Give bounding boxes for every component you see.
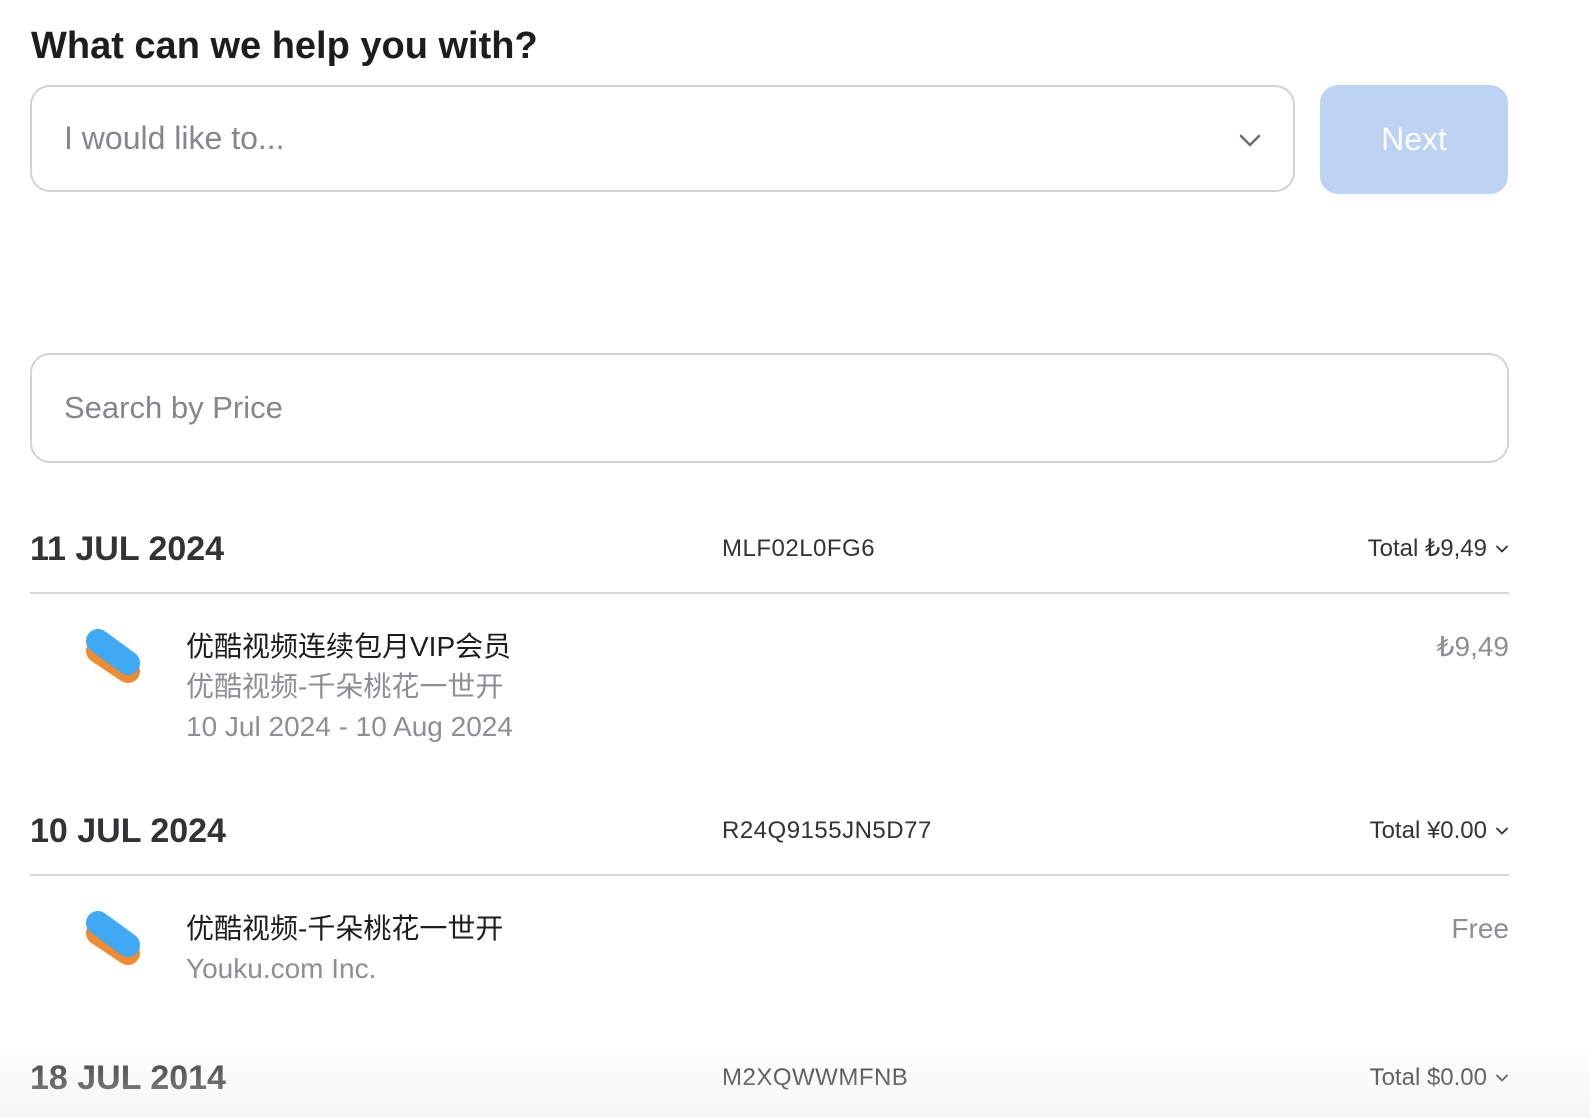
order-total-toggle[interactable]: Total ¥0.00 [1370, 801, 1509, 861]
item-title: 优酷视频连续包月VIP会员 [186, 631, 512, 662]
divider [30, 874, 1509, 876]
search-placeholder: Search by Price [64, 390, 283, 425]
youku-app-icon [86, 629, 140, 683]
item-period: 10 Jul 2024 - 10 Aug 2024 [186, 711, 513, 742]
divider [30, 592, 1509, 594]
order-id: R24Q9155JN5D77 [722, 817, 932, 844]
next-button[interactable]: Next [1320, 85, 1508, 194]
order-id: MLF02L0FG6 [722, 535, 876, 562]
item-title: 优酷视频-千朵桃花一世开 [186, 913, 504, 944]
chevron-down-icon [1496, 545, 1508, 553]
youku-app-icon [86, 911, 140, 965]
item-price: ₺9,49 [1436, 631, 1509, 662]
purchase-history-page: What can we help you with? I would like … [0, 0, 1590, 1118]
page-title: What can we help you with? [31, 25, 538, 67]
search-by-price-input[interactable]: Search by Price [30, 353, 1509, 463]
help-topic-select-placeholder: I would like to... [64, 120, 285, 156]
chevron-down-icon [1496, 827, 1508, 835]
order-date: 18 JUL 2014 [30, 1059, 226, 1097]
help-topic-select[interactable]: I would like to... [30, 85, 1295, 192]
chevron-down-icon [1496, 1074, 1508, 1082]
order-total-toggle[interactable]: Total $0.00 [1370, 1048, 1509, 1108]
order-total-toggle[interactable]: Total ₺9,49 [1368, 519, 1509, 579]
item-price: Free [1451, 913, 1509, 944]
order-total-label: Total ₺9,49 [1367, 535, 1487, 562]
order-header: 18 JUL 2014 M2XQWWMFNB Total $0.00 [30, 1048, 1509, 1108]
chevron-down-icon [1239, 134, 1261, 147]
item-subtitle: Youku.com Inc. [186, 953, 377, 984]
order-id: M2XQWWMFNB [722, 1064, 909, 1091]
order-date: 10 JUL 2024 [30, 812, 226, 850]
order-total-label: Total $0.00 [1369, 1064, 1487, 1091]
order-total-label: Total ¥0.00 [1369, 817, 1487, 844]
order-header: 10 JUL 2024 R24Q9155JN5D77 Total ¥0.00 [30, 801, 1509, 861]
item-subtitle: 优酷视频-千朵桃花一世开 [186, 671, 504, 702]
order-date: 11 JUL 2024 [30, 530, 225, 568]
order-header: 11 JUL 2024 MLF02L0FG6 Total ₺9,49 [30, 519, 1509, 579]
